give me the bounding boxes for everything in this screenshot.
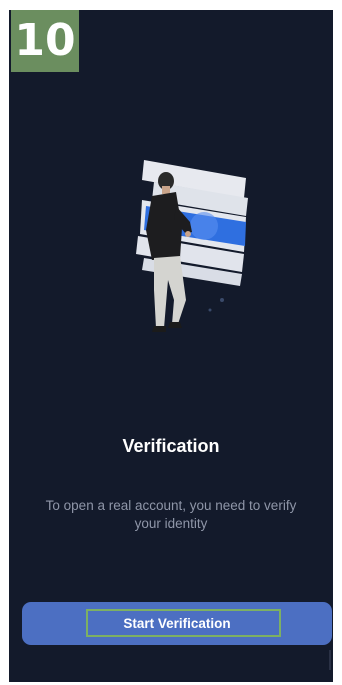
start-verification-button[interactable]: Start Verification	[22, 602, 332, 645]
person-verification-illustration	[136, 160, 248, 332]
start-verification-button-label: Start Verification	[123, 616, 231, 631]
screen-subtitle: To open a real account, you need to veri…	[45, 498, 297, 531]
scroll-indicator	[329, 650, 331, 670]
step-number-badge: 10	[11, 10, 79, 72]
verification-screen: Verification To open a real account, you…	[9, 10, 333, 682]
screen-title: Verification	[122, 436, 220, 456]
